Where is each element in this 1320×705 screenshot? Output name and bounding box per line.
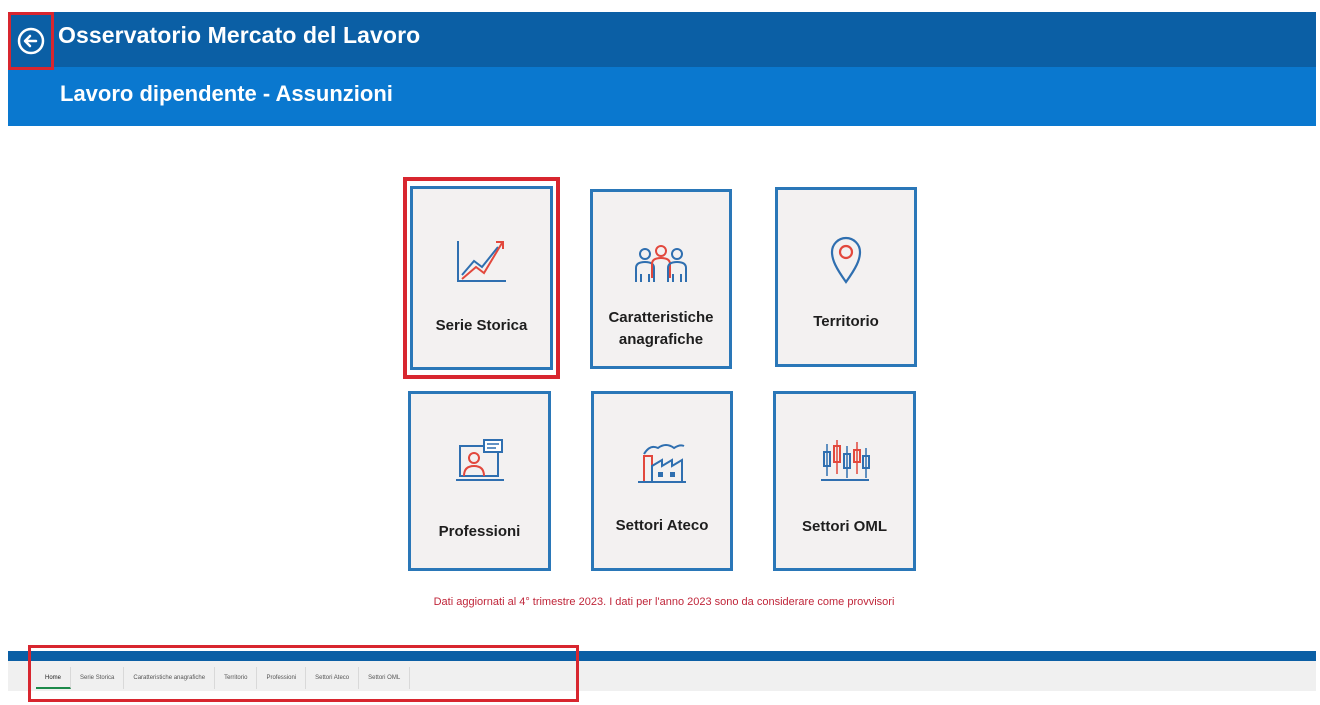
candlestick-chart-icon: [820, 440, 870, 481]
tile-label: Settori OML: [802, 518, 887, 535]
tile-label: Settori Ateco: [615, 517, 709, 534]
map-pin-icon: [830, 236, 862, 284]
tile-label: Serie Storica: [435, 317, 528, 334]
app-title: Osservatorio Mercato del Lavoro: [58, 22, 421, 48]
report-page: Osservatorio Mercato del Lavoro Lavoro d…: [0, 0, 1320, 705]
tile-label-line2: anagrafiche: [618, 331, 704, 348]
tile-label-line1: Caratteristiche: [608, 309, 714, 326]
back-button[interactable]: [8, 12, 54, 70]
tile-territorio[interactable]: Territorio: [775, 187, 917, 367]
trend-chart-icon: [456, 241, 506, 282]
tile-label: Professioni: [438, 523, 521, 540]
tile-professioni[interactable]: Professioni: [408, 391, 551, 571]
tile-label: Territorio: [813, 313, 879, 330]
people-group-icon: [635, 245, 687, 282]
professional-presenter-icon: [455, 439, 504, 481]
back-arrow-circle-icon: [17, 27, 45, 55]
factory-icon: [638, 444, 686, 483]
tile-serie-storica[interactable]: Serie Storica: [410, 186, 553, 370]
data-update-note: Dati aggiornati al 4° trimestre 2023. I …: [433, 596, 895, 608]
page-subtitle: Lavoro dipendente - Assunzioni: [60, 81, 393, 106]
tabs-highlight: [28, 645, 579, 702]
tile-caratteristiche-anagrafiche[interactable]: Caratteristiche anagrafiche: [590, 189, 732, 369]
tile-settori-oml[interactable]: Settori OML: [773, 391, 916, 571]
tile-settori-ateco[interactable]: Settori Ateco: [591, 391, 733, 571]
